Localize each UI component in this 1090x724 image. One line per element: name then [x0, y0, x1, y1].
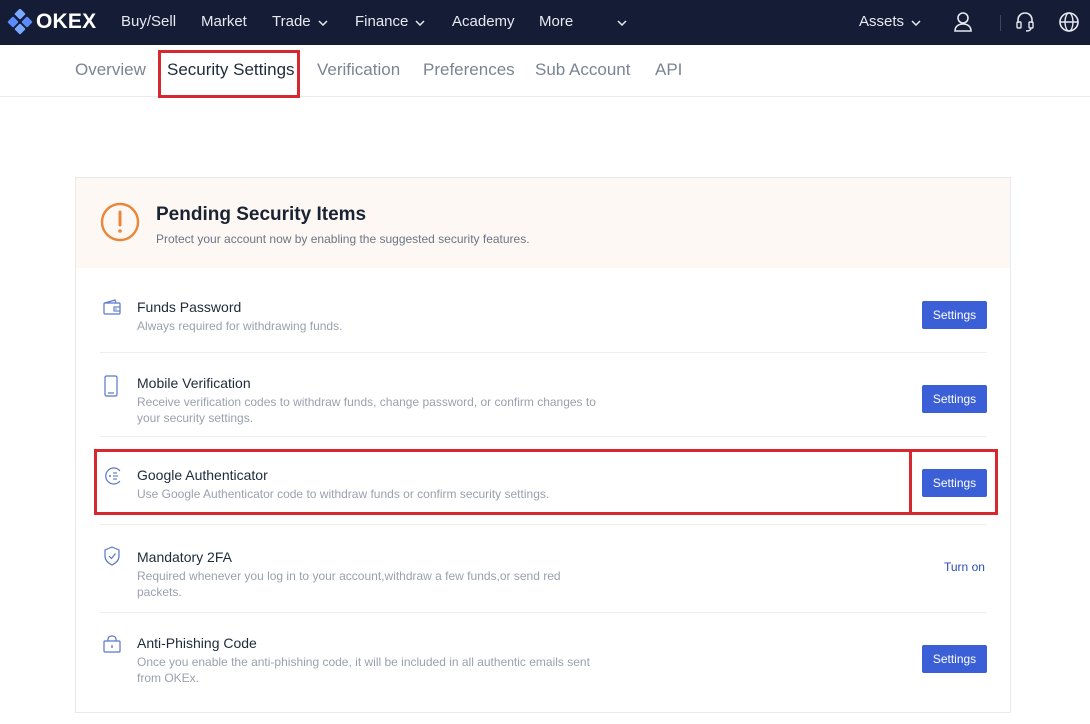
- tab-api[interactable]: API: [655, 59, 682, 81]
- security-item-desc: Always required for withdrawing funds.: [137, 319, 343, 333]
- nav-divider: [1000, 15, 1001, 31]
- google-authenticator-row-highlight: [94, 449, 910, 515]
- chevron-down-icon: [415, 12, 425, 32]
- nav-finance[interactable]: Finance: [355, 12, 425, 32]
- chevron-down-icon: [911, 12, 921, 32]
- okex-logo[interactable]: OKEX: [7, 9, 96, 35]
- pending-security-header: Pending Security Items Protect your acco…: [76, 178, 1010, 268]
- nav-market[interactable]: Market: [201, 12, 247, 32]
- mandatory-2fa-turn-on-link[interactable]: Turn on: [944, 560, 985, 574]
- funds-password-settings-button[interactable]: Settings: [922, 301, 987, 329]
- row-divider: [100, 352, 987, 353]
- globe-icon[interactable]: [1058, 11, 1080, 38]
- mobile-verification-settings-button[interactable]: Settings: [922, 385, 987, 413]
- nav-buy-sell[interactable]: Buy/Sell: [121, 12, 176, 32]
- security-item-funds-password: Funds Password Always required for withd…: [100, 294, 987, 354]
- security-item-title: Anti-Phishing Code: [137, 635, 257, 651]
- security-item-desc: Required whenever you log in to your acc…: [137, 569, 561, 599]
- tab-preferences[interactable]: Preferences: [423, 59, 515, 81]
- warning-icon: [100, 202, 140, 247]
- security-item-desc: Once you enable the anti-phishing code, …: [137, 655, 590, 685]
- security-item-anti-phishing: Anti-Phishing Code Once you enable the a…: [100, 630, 987, 690]
- row-divider: [100, 612, 987, 613]
- nav-more-label: More: [539, 13, 574, 30]
- brand-name: OKEX: [36, 10, 97, 33]
- pending-security-title: Pending Security Items: [156, 204, 367, 225]
- shield-icon: [103, 546, 121, 571]
- wallet-icon: [103, 299, 121, 320]
- mobile-icon: [103, 375, 119, 402]
- google-authenticator-button-highlight: [909, 449, 998, 515]
- security-item-title: Mobile Verification: [137, 375, 251, 391]
- nav-buy-sell-label: Buy/Sell: [121, 13, 177, 30]
- nav-finance-label: Finance: [355, 13, 409, 30]
- lock-box-icon: [103, 635, 121, 658]
- chevron-down-icon: [617, 12, 627, 32]
- nav-assets-label: Assets: [859, 13, 905, 30]
- security-item-title: Funds Password: [137, 299, 242, 315]
- tab-verification[interactable]: Verification: [317, 59, 400, 81]
- pending-security-subtitle: Protect your account now by enabling the…: [156, 232, 530, 246]
- nav-more[interactable]: More: [539, 12, 627, 32]
- nav-market-label: Market: [201, 13, 247, 30]
- security-settings-highlight: [158, 50, 300, 98]
- nav-assets[interactable]: Assets: [859, 12, 921, 32]
- nav-academy[interactable]: Academy: [452, 12, 515, 32]
- top-navbar: OKEX Buy/Sell Market Trade Finance Acade…: [0, 0, 1090, 45]
- tab-overview[interactable]: Overview: [75, 59, 146, 81]
- user-icon[interactable]: [953, 11, 973, 38]
- nav-trade-label: Trade: [272, 13, 311, 30]
- nav-trade[interactable]: Trade: [272, 12, 328, 32]
- row-divider: [100, 436, 987, 437]
- anti-phishing-settings-button[interactable]: Settings: [922, 645, 987, 673]
- nav-academy-label: Academy: [452, 13, 515, 30]
- okex-logo-icon: [7, 9, 33, 35]
- security-item-mandatory-2fa: Mandatory 2FA Required whenever you log …: [100, 544, 987, 604]
- headset-icon[interactable]: [1015, 11, 1035, 38]
- tab-sub-account[interactable]: Sub Account: [535, 59, 630, 81]
- row-divider: [100, 524, 987, 525]
- security-item-desc: Receive verification codes to withdraw f…: [137, 395, 596, 425]
- chevron-down-icon: [318, 12, 328, 32]
- security-item-title: Mandatory 2FA: [137, 549, 232, 565]
- security-item-mobile-verification: Mobile Verification Receive verification…: [100, 370, 987, 430]
- pending-security-card: Pending Security Items Protect your acco…: [75, 177, 1011, 713]
